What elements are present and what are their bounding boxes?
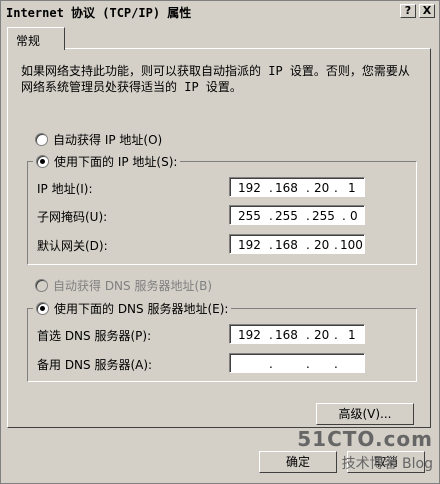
subnet-mask-octet-2: 255 [275, 209, 298, 223]
radio-manual-dns-label: 使用下面的 DNS 服务器地址(E): [54, 302, 229, 316]
radio-auto-ip[interactable]: 自动获得 IP 地址(O) [35, 131, 162, 148]
ip-address-label: IP 地址(I): [37, 182, 93, 196]
ok-button[interactable]: 确定 [259, 451, 337, 473]
window-title: Internet 协议 (TCP/IP) 属性 [6, 6, 192, 20]
ip-address-octet-2: 168 [275, 181, 298, 195]
ip-address-field[interactable]: 192 . 168 . 20 . 1 [229, 177, 365, 197]
title-bar: Internet 协议 (TCP/IP) 属性 ? X [2, 2, 438, 20]
preferred-dns-octet-1: 192 [238, 328, 261, 342]
ip-address-octet-3: 20 [314, 181, 330, 195]
tab-general[interactable]: 常规 [7, 27, 65, 50]
radio-manual-dns[interactable]: 使用下面的 DNS 服务器地址(E): [33, 300, 232, 317]
default-gateway-octet-1: 192 [238, 238, 261, 252]
preferred-dns-octet-4: 1 [348, 328, 356, 342]
radio-auto-ip-indicator[interactable] [35, 133, 48, 146]
watermark-subtitle: 技术博客 Blog [341, 456, 433, 472]
close-button[interactable]: X [419, 4, 435, 18]
default-gateway-octet-4: 100 [340, 238, 363, 252]
subnet-mask-octet-1: 255 [238, 209, 261, 223]
ip-address-octet-1: 192 [238, 181, 261, 195]
radio-auto-dns[interactable]: 自动获得 DNS 服务器地址(B) [35, 277, 212, 294]
radio-auto-ip-label: 自动获得 IP 地址(O) [53, 133, 163, 147]
radio-auto-dns-label: 自动获得 DNS 服务器地址(B) [53, 279, 213, 293]
radio-manual-ip[interactable]: 使用下面的 IP 地址(S): [33, 153, 181, 170]
radio-manual-ip-indicator[interactable] [36, 155, 49, 168]
subnet-mask-field[interactable]: 255 . 255 . 255 . 0 [229, 205, 365, 225]
subnet-mask-octet-3: 255 [312, 209, 335, 223]
alternate-dns-field[interactable]: . . . [229, 353, 365, 373]
alternate-dns-label: 备用 DNS 服务器(A): [37, 358, 153, 372]
default-gateway-field[interactable]: 192 . 168 . 20 . 100 [229, 234, 365, 254]
subnet-mask-label: 子网掩码(U): [37, 210, 108, 224]
advanced-button[interactable]: 高级(V)... [316, 403, 414, 425]
ip-address-octet-4: 1 [348, 181, 356, 195]
radio-manual-ip-label: 使用下面的 IP 地址(S): [54, 155, 178, 169]
default-gateway-octet-3: 20 [314, 238, 330, 252]
tab-general-label: 常规 [16, 34, 41, 48]
watermark-logo: 51CTO.com [297, 427, 433, 451]
preferred-dns-octet-3: 20 [314, 328, 330, 342]
help-button[interactable]: ? [400, 4, 416, 18]
tcpip-properties-dialog: Internet 协议 (TCP/IP) 属性 ? X 常规 如果网络支持此功能… [0, 0, 440, 484]
radio-auto-dns-indicator[interactable] [35, 279, 48, 292]
preferred-dns-label: 首选 DNS 服务器(P): [37, 329, 152, 343]
preferred-dns-octet-2: 168 [275, 328, 298, 342]
subnet-mask-octet-4: 0 [350, 209, 358, 223]
default-gateway-label: 默认网关(D): [37, 239, 108, 253]
preferred-dns-field[interactable]: 192 . 168 . 20 . 1 [229, 324, 365, 344]
intro-text: 如果网络支持此功能，则可以获取自动指派的 IP 设置。否则，您需要从网络系统管理… [21, 64, 410, 94]
radio-manual-dns-indicator[interactable] [36, 302, 49, 315]
default-gateway-octet-2: 168 [275, 238, 298, 252]
